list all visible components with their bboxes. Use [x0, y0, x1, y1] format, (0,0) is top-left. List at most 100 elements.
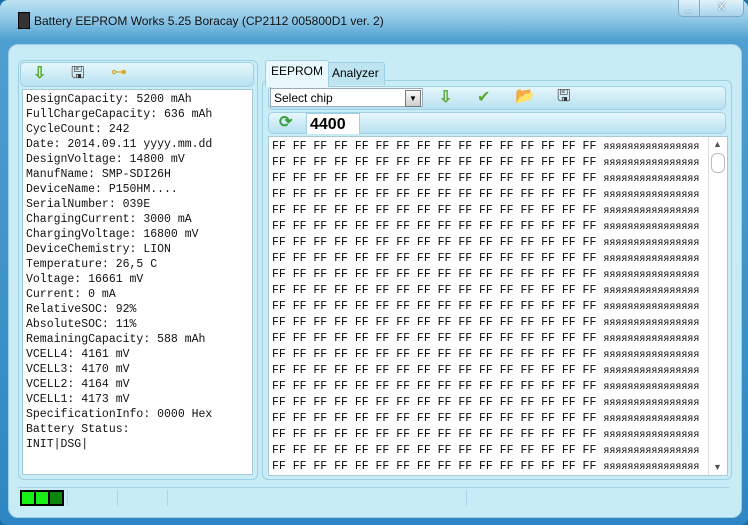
hex-ascii: яяяяяяяяяяяяяяяя: [603, 302, 700, 313]
info-line: VCELL1: 4173 mV: [26, 393, 130, 406]
hex-bytes: FF FF FF FF FF FF FF FF FF FF FF FF FF F…: [272, 156, 597, 169]
hex-row: FF FF FF FF FF FF FF FF FF FF FF FF FF F…: [272, 363, 699, 379]
hex-ascii: яяяяяяяяяяяяяяяя: [603, 254, 700, 265]
info-line: INIT|DSG|: [26, 438, 89, 451]
scroll-down-icon[interactable]: ▼: [713, 462, 722, 472]
scroll-up-icon[interactable]: ▲: [713, 139, 722, 149]
window-title: Battery EEPROM Works 5.25 Boracay (CP211…: [34, 14, 384, 28]
save-icon[interactable]: 🖫: [71, 65, 85, 83]
info-line: SpecificationInfo: 0000 Hex: [26, 408, 213, 421]
info-line: VCELL2: 4164 mV: [26, 378, 130, 391]
info-line: CycleCount: 242: [26, 123, 130, 136]
hex-ascii: яяяяяяяяяяяяяяяя: [603, 414, 700, 425]
hex-ascii: яяяяяяяяяяяяяяяя: [603, 206, 700, 217]
hex-row: FF FF FF FF FF FF FF FF FF FF FF FF FF F…: [272, 347, 699, 363]
hex-ascii: яяяяяяяяяяяяяяяя: [603, 430, 700, 441]
hex-ascii: яяяяяяяяяяяяяяяя: [603, 318, 700, 329]
info-line: Temperature: 26,5 C: [26, 258, 158, 271]
hex-row: FF FF FF FF FF FF FF FF FF FF FF FF FF F…: [272, 219, 699, 235]
hex-bytes: FF FF FF FF FF FF FF FF FF FF FF FF FF F…: [272, 332, 597, 345]
hex-ascii: яяяяяяяяяяяяяяяя: [603, 366, 700, 377]
led: [36, 492, 48, 504]
info-line: Date: 2014.09.11 yyyy.mm.dd: [26, 138, 213, 151]
hex-bytes: FF FF FF FF FF FF FF FF FF FF FF FF FF F…: [272, 364, 597, 377]
hex-ascii: яяяяяяяяяяяяяяяя: [603, 142, 700, 153]
battery-info-text[interactable]: DesignCapacity: 5200 mAh FullChargeCapaci…: [22, 89, 253, 475]
tab-eeprom[interactable]: EEPROM: [265, 60, 330, 87]
hex-ascii: яяяяяяяяяяяяяяяя: [603, 270, 700, 281]
hex-row: FF FF FF FF FF FF FF FF FF FF FF FF FF F…: [272, 155, 699, 171]
info-line: DeviceName: P150HM....: [26, 183, 178, 196]
address-field[interactable]: 4400: [306, 113, 360, 134]
scrollbar[interactable]: ▲ ▼: [708, 137, 727, 475]
info-line: FullChargeCapacity: 636 mAh: [26, 108, 213, 121]
chip-select-value: Select chip: [274, 91, 333, 105]
chevron-down-icon[interactable]: ▼: [405, 90, 421, 107]
info-line: AbsoluteSOC: 11%: [26, 318, 137, 331]
led: [22, 492, 34, 504]
hex-row: FF FF FF FF FF FF FF FF FF FF FF FF FF F…: [272, 331, 699, 347]
chip-select[interactable]: Select chip ▼: [270, 88, 423, 107]
refresh-icon[interactable]: ⟳: [279, 114, 292, 132]
read-icon[interactable]: ⇩: [439, 89, 452, 107]
hex-ascii: яяяяяяяяяяяяяяяя: [603, 238, 700, 249]
hex-ascii: яяяяяяяяяяяяяяяя: [603, 190, 700, 201]
verify-check-icon[interactable]: ✔: [477, 89, 490, 107]
hex-bytes: FF FF FF FF FF FF FF FF FF FF FF FF FF F…: [272, 412, 597, 425]
scroll-thumb[interactable]: [711, 153, 725, 173]
hex-ascii: яяяяяяяяяяяяяяяя: [603, 462, 700, 473]
hex-row: FF FF FF FF FF FF FF FF FF FF FF FF FF F…: [272, 299, 699, 315]
info-line: VCELL4: 4161 mV: [26, 348, 130, 361]
hex-ascii: яяяяяяяяяяяяяяяя: [603, 350, 700, 361]
hex-bytes: FF FF FF FF FF FF FF FF FF FF FF FF FF F…: [272, 316, 597, 329]
info-line: DeviceChemistry: LION: [26, 243, 171, 256]
info-line: DesignVoltage: 14800 mV: [26, 153, 185, 166]
info-line: ChargingCurrent: 3000 mA: [26, 213, 192, 226]
hex-row: FF FF FF FF FF FF FF FF FF FF FF FF FF F…: [272, 379, 699, 395]
hex-bytes: FF FF FF FF FF FF FF FF FF FF FF FF FF F…: [272, 284, 597, 297]
app-window: Battery EEPROM Works 5.25 Boracay (CP211…: [0, 0, 748, 525]
open-folder-icon[interactable]: 📂: [515, 88, 535, 106]
hex-row: FF FF FF FF FF FF FF FF FF FF FF FF FF F…: [272, 203, 699, 219]
hex-bytes: FF FF FF FF FF FF FF FF FF FF FF FF FF F…: [272, 396, 597, 409]
hex-ascii: яяяяяяяяяяяяяяяя: [603, 222, 700, 233]
info-line: VCELL3: 4170 mV: [26, 363, 130, 376]
tab-analyzer[interactable]: Analyzer: [326, 62, 385, 85]
hex-bytes: FF FF FF FF FF FF FF FF FF FF FF FF FF F…: [272, 380, 597, 393]
hex-row: FF FF FF FF FF FF FF FF FF FF FF FF FF F…: [272, 459, 699, 475]
info-line: ChargingVoltage: 16800 mV: [26, 228, 199, 241]
hex-ascii: яяяяяяяяяяяяяяяя: [603, 382, 700, 393]
hex-rows: FF FF FF FF FF FF FF FF FF FF FF FF FF F…: [272, 139, 700, 476]
minimize-button[interactable]: _: [679, 0, 700, 16]
led: [50, 492, 62, 504]
hex-row: FF FF FF FF FF FF FF FF FF FF FF FF FF F…: [272, 267, 699, 283]
hex-row: FF FF FF FF FF FF FF FF FF FF FF FF FF F…: [272, 139, 699, 155]
hex-ascii: яяяяяяяяяяяяяяяя: [603, 174, 700, 185]
hex-bytes: FF FF FF FF FF FF FF FF FF FF FF FF FF F…: [272, 348, 597, 361]
hex-bytes: FF FF FF FF FF FF FF FF FF FF FF FF FF F…: [272, 428, 597, 441]
hex-bytes: FF FF FF FF FF FF FF FF FF FF FF FF FF F…: [272, 444, 597, 457]
tree-icon[interactable]: ⊶: [111, 64, 127, 82]
status-bar: [18, 487, 730, 508]
hex-ascii: яяяяяяяяяяяяяяяя: [603, 398, 700, 409]
left-toolbar: ⇩ 🖫 ⊶: [20, 62, 254, 87]
hex-bytes: FF FF FF FF FF FF FF FF FF FF FF FF FF F…: [272, 172, 597, 185]
download-icon[interactable]: ⇩: [33, 65, 46, 83]
info-line: Voltage: 16661 mV: [26, 273, 144, 286]
hex-bytes: FF FF FF FF FF FF FF FF FF FF FF FF FF F…: [272, 460, 597, 473]
hex-bytes: FF FF FF FF FF FF FF FF FF FF FF FF FF F…: [272, 188, 597, 201]
hex-view[interactable]: FF FF FF FF FF FF FF FF FF FF FF FF FF F…: [268, 136, 728, 476]
save-icon[interactable]: 🖫: [557, 88, 571, 106]
hex-bytes: FF FF FF FF FF FF FF FF FF FF FF FF FF F…: [272, 220, 597, 233]
hex-row: FF FF FF FF FF FF FF FF FF FF FF FF FF F…: [272, 475, 699, 476]
info-line: RemainingCapacity: 588 mAh: [26, 333, 206, 346]
close-button[interactable]: X: [700, 0, 743, 16]
hex-bytes: FF FF FF FF FF FF FF FF FF FF FF FF FF F…: [272, 300, 597, 313]
info-line: ManufName: SMP-SDI26H: [26, 168, 171, 181]
hex-row: FF FF FF FF FF FF FF FF FF FF FF FF FF F…: [272, 411, 699, 427]
hex-row: FF FF FF FF FF FF FF FF FF FF FF FF FF F…: [272, 427, 699, 443]
hex-bytes: FF FF FF FF FF FF FF FF FF FF FF FF FF F…: [272, 236, 597, 249]
connection-leds: [20, 490, 64, 506]
info-line: Current: 0 mA: [26, 288, 116, 301]
hex-row: FF FF FF FF FF FF FF FF FF FF FF FF FF F…: [272, 315, 699, 331]
